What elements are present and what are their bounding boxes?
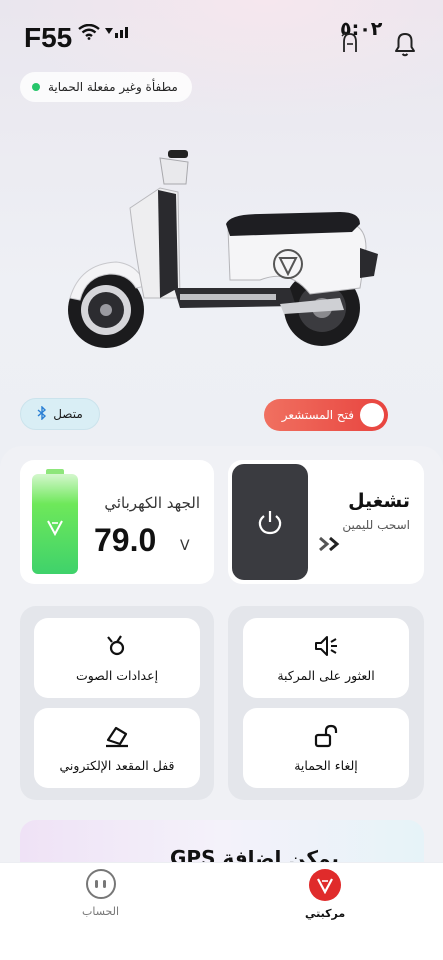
find-vehicle-button[interactable]: العثور على المركبة <box>243 618 409 698</box>
seat-lock-label: قفل المقعد الإلكتروني <box>59 757 175 773</box>
vehicle-logo-icon <box>309 869 342 901</box>
start-subtitle: اسحب لليمين <box>342 518 410 532</box>
speaker-icon <box>315 635 337 656</box>
signal-icon <box>105 27 128 38</box>
bottom-tab-bar: الحساب مركبتي <box>0 862 443 960</box>
status-icons <box>78 24 131 40</box>
header-bar: F55 ٥:٠٢ <box>22 18 422 58</box>
sound-settings-label: إعدادات الصوت <box>75 667 159 683</box>
helmet-icon[interactable] <box>340 30 360 54</box>
power-slider-handle[interactable] <box>232 464 308 580</box>
start-title: تشغيل <box>348 490 410 512</box>
seat-lock-button[interactable]: قفل المقعد الإلكتروني <box>34 708 200 788</box>
tab-vehicle-label: مركبتي <box>305 907 346 920</box>
voltage-unit: V <box>180 538 190 554</box>
model-title: F55 <box>24 22 73 53</box>
sensor-toggle-label: فتح المستشعر <box>281 408 354 422</box>
bluetooth-icon <box>37 404 47 423</box>
protection-status-text: مطفأة وغير مفعلة الحماية <box>48 80 178 94</box>
tab-account[interactable]: الحساب <box>82 869 119 918</box>
bell-icon[interactable] <box>392 30 418 58</box>
unlock-icon <box>314 724 338 747</box>
voltage-card: الجهد الكهربائي 79.0 V <box>20 460 214 584</box>
connection-label: متصل <box>53 407 83 421</box>
chevron-right-icon <box>319 536 340 552</box>
voltage-label: الجهد الكهربائي <box>104 494 200 512</box>
bell-sound-icon <box>107 634 125 655</box>
power-icon <box>258 511 282 535</box>
disarm-button[interactable]: إلغاء الحماية <box>243 708 409 788</box>
connection-status-pill: متصل <box>20 398 100 430</box>
sound-settings-button[interactable]: إعدادات الصوت <box>34 618 200 698</box>
voltage-value: 79.0 <box>94 522 157 558</box>
wifi-icon <box>78 24 100 40</box>
toggle-knob[interactable] <box>360 403 384 427</box>
disarm-label: إلغاء الحماية <box>294 757 358 773</box>
sensor-toggle[interactable]: فتح المستشعر <box>264 399 388 431</box>
protection-status-pill: مطفأة وغير مفعلة الحماية <box>20 72 192 102</box>
start-slider-card[interactable]: تشغيل اسحب لليمين <box>228 460 424 584</box>
battery-gauge <box>32 474 78 574</box>
status-dot <box>32 83 40 91</box>
battery-logo-icon <box>47 520 63 536</box>
tab-account-label: الحساب <box>82 905 120 918</box>
scooter-image <box>68 150 378 348</box>
account-icon <box>85 869 116 899</box>
seat-icon <box>106 726 128 747</box>
tab-vehicle[interactable]: مركبتي <box>305 869 345 920</box>
find-vehicle-label: العثور على المركبة <box>277 667 375 683</box>
